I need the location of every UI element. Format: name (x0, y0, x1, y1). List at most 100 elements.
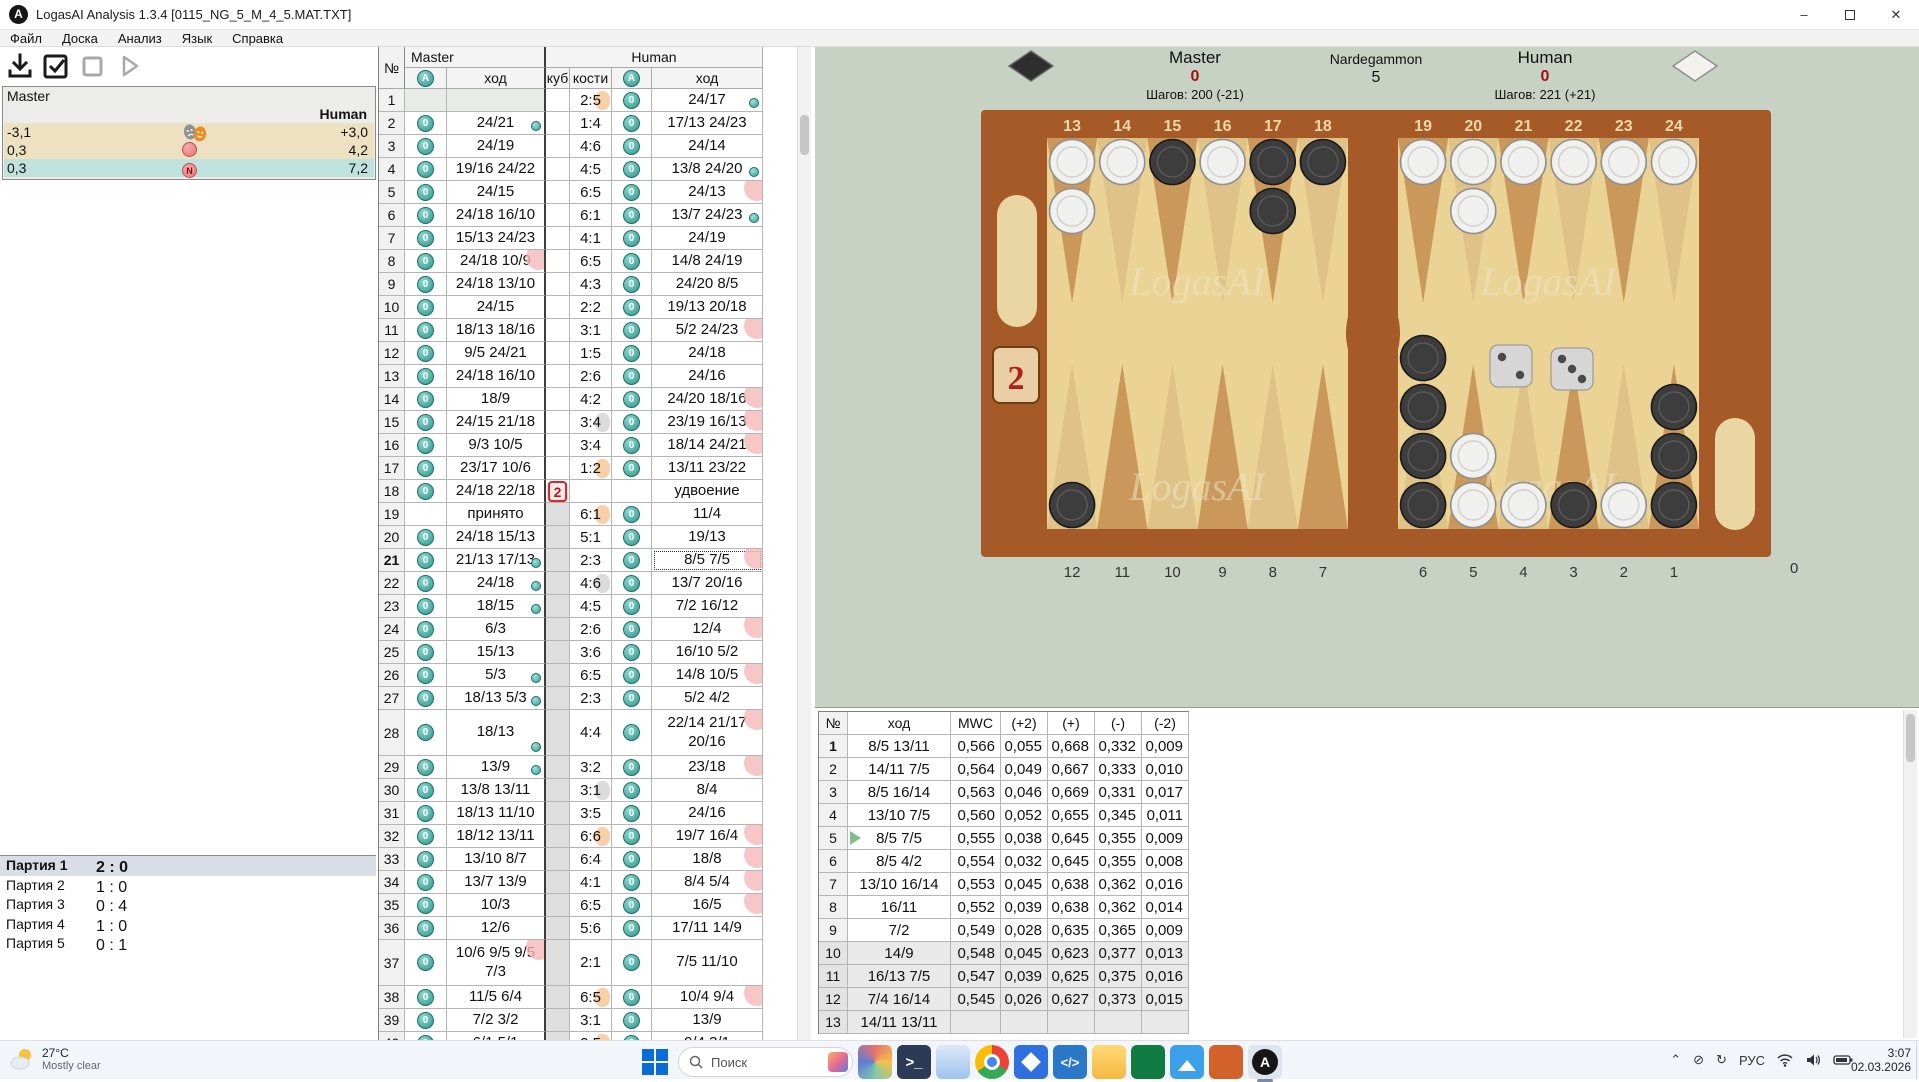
cube-cell[interactable] (546, 296, 570, 319)
cube-cell[interactable] (546, 664, 570, 687)
master-move-cell[interactable]: 18/13 (447, 710, 546, 756)
master-move-cell[interactable]: 13/10 8/7 (447, 848, 546, 871)
analysis-row[interactable]: 1116/13 7/50,5470,0390,6250,3750,016 (819, 965, 1189, 988)
master-move-cell[interactable]: 24/18 16/10 (447, 365, 546, 388)
analysis-row[interactable]: 97/20,5490,0280,6350,3650,009 (819, 919, 1189, 942)
menu-item[interactable]: Файл (0, 30, 52, 47)
cube-cell[interactable] (546, 250, 570, 273)
master-analysis-cell[interactable]: 0 (405, 802, 447, 825)
master-move-cell[interactable]: 19/16 24/22 (447, 158, 546, 181)
cube-cell[interactable] (546, 825, 570, 848)
master-move-cell[interactable]: 15/13 24/23 (447, 227, 546, 250)
analysis-row[interactable]: 18/5 13/110,5660,0550,6680,3320,009 (819, 735, 1189, 758)
human-move-cell[interactable]: 19/7 16/4 (652, 825, 763, 848)
master-move-cell[interactable]: 18/15 (447, 595, 546, 618)
master-analysis-cell[interactable] (405, 89, 447, 112)
master-analysis-cell[interactable]: 0 (405, 434, 447, 457)
dice-cell[interactable]: 6:1 (570, 204, 612, 227)
analysis-row[interactable]: 713/10 16/140,5530,0450,6380,3620,016 (819, 873, 1189, 896)
human-move-cell[interactable]: 13/7 24/23 (652, 204, 763, 227)
master-analysis-cell[interactable]: 0 (405, 135, 447, 158)
dice-cell[interactable]: 2:5 (570, 1032, 612, 1040)
master-move-cell[interactable]: принято (447, 503, 546, 526)
dice-cell[interactable]: 4:4 (570, 710, 612, 756)
human-analysis-cell[interactable]: 0 (612, 296, 652, 319)
cube-cell[interactable] (546, 710, 570, 756)
dice-cell[interactable]: 3:1 (570, 1009, 612, 1032)
human-analysis-cell[interactable]: 0 (612, 825, 652, 848)
master-move-cell[interactable]: 10/3 (447, 894, 546, 917)
master-analysis-cell[interactable]: 0 (405, 572, 447, 595)
dice-cell[interactable] (570, 480, 612, 503)
master-move-cell[interactable]: 23/17 10/6 (447, 457, 546, 480)
human-move-cell[interactable]: 13/11 23/22 (652, 457, 763, 480)
cube-cell[interactable] (546, 549, 570, 572)
master-move-cell[interactable]: 13/7 13/9 (447, 871, 546, 894)
human-analysis-cell[interactable]: 0 (612, 135, 652, 158)
taskbar-app-game-icon[interactable] (1209, 1045, 1243, 1079)
human-analysis-cell[interactable]: 0 (612, 112, 652, 135)
cube-cell[interactable] (546, 595, 570, 618)
human-move-cell[interactable]: 16/10 5/2 (652, 641, 763, 664)
master-analysis-cell[interactable]: 0 (405, 388, 447, 411)
dice-cell[interactable]: 1:4 (570, 112, 612, 135)
human-move-cell[interactable]: удвоение (652, 480, 763, 503)
game-list-item[interactable]: Партия 30 : 4 (0, 895, 376, 915)
master-analysis-cell[interactable]: 0 (405, 825, 447, 848)
human-move-cell[interactable]: 24/18 (652, 342, 763, 365)
cube-cell[interactable] (546, 802, 570, 825)
dice-cell[interactable]: 6:1 (570, 503, 612, 526)
wifi-icon[interactable] (1777, 1053, 1793, 1067)
master-move-cell[interactable]: 24/18 10/9 (447, 250, 546, 273)
cube-cell[interactable] (546, 641, 570, 664)
cube-cell[interactable] (546, 1009, 570, 1032)
menu-item[interactable]: Язык (172, 30, 222, 47)
master-move-cell[interactable]: 18/13 11/10 (447, 802, 546, 825)
master-analysis-cell[interactable]: 0 (405, 480, 447, 503)
human-move-cell[interactable]: 7/5 11/10 (652, 940, 763, 986)
taskbar-app-photos-icon[interactable] (1014, 1045, 1048, 1079)
taskbar-app-vscode-icon[interactable]: </> (1053, 1045, 1087, 1079)
human-move-cell[interactable]: 17/13 24/23 (652, 112, 763, 135)
master-analysis-cell[interactable]: 0 (405, 457, 447, 480)
master-analysis-cell[interactable]: 0 (405, 848, 447, 871)
human-move-cell[interactable]: 13/8 24/20 (652, 158, 763, 181)
human-move-cell[interactable]: 22/14 21/17 20/16 (652, 710, 763, 756)
cube-cell[interactable]: 2 (546, 480, 570, 503)
taskbar-clock[interactable]: 3:07 02.03.2026 (1851, 1046, 1911, 1074)
load-match-button[interactable] (4, 50, 36, 82)
human-analysis-cell[interactable]: 0 (612, 457, 652, 480)
analysis-row[interactable]: 68/5 4/20,5540,0320,6450,3550,008 (819, 850, 1189, 873)
human-move-cell[interactable]: 8/4 (652, 779, 763, 802)
cube-cell[interactable] (546, 917, 570, 940)
master-move-cell[interactable]: 24/18 22/18 (447, 480, 546, 503)
master-analysis-cell[interactable]: 0 (405, 250, 447, 273)
dice-cell[interactable]: 3:2 (570, 756, 612, 779)
human-move-cell[interactable]: 24/13 (652, 181, 763, 204)
human-move-cell[interactable]: 24/16 (652, 802, 763, 825)
backgammon-board[interactable]: LogasAILogasAILogasAILogasAI213141516171… (981, 95, 1771, 585)
human-analysis-cell[interactable]: 0 (612, 158, 652, 181)
human-move-cell[interactable]: 23/19 16/13 (652, 411, 763, 434)
human-move-cell[interactable]: 24/19 (652, 227, 763, 250)
move-list-scrollbar[interactable] (797, 47, 811, 1040)
human-analysis-cell[interactable]: 0 (612, 687, 652, 710)
human-analysis-cell[interactable]: 0 (612, 894, 652, 917)
dice-cell[interactable]: 5:1 (570, 526, 612, 549)
master-analysis-cell[interactable]: 0 (405, 756, 447, 779)
human-analysis-cell[interactable]: 0 (612, 986, 652, 1009)
analysis-scrollbar[interactable] (1903, 710, 1917, 1038)
master-move-cell[interactable]: 18/13 18/16 (447, 319, 546, 342)
human-analysis-cell[interactable]: 0 (612, 227, 652, 250)
search-input[interactable]: Поиск (678, 1047, 853, 1077)
tray-language[interactable]: РУС (1739, 1053, 1765, 1068)
master-analysis-cell[interactable]: 0 (405, 204, 447, 227)
dice-cell[interactable]: 6:5 (570, 181, 612, 204)
human-analysis-cell[interactable]: 0 (612, 549, 652, 572)
cube-cell[interactable] (546, 89, 570, 112)
cube-cell[interactable] (546, 342, 570, 365)
master-move-cell[interactable] (447, 89, 546, 112)
cube-cell[interactable] (546, 526, 570, 549)
master-analysis-cell[interactable]: 0 (405, 181, 447, 204)
human-move-cell[interactable]: 14/8 10/5 (652, 664, 763, 687)
